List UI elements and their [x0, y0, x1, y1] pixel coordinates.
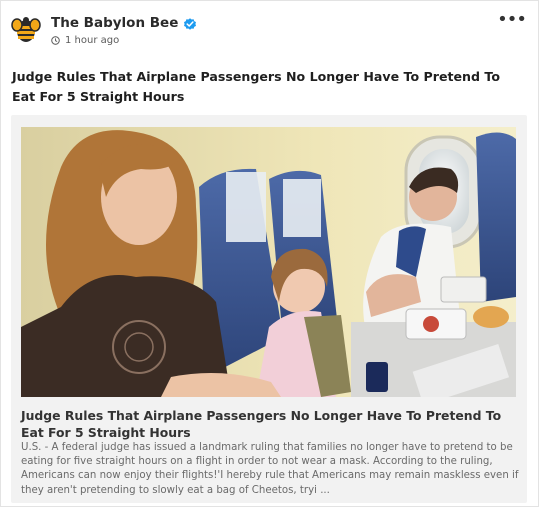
source-row: The Babylon Bee	[51, 15, 197, 31]
clock-icon	[51, 36, 60, 45]
verified-badge-icon	[183, 16, 197, 30]
timestamp-row: 1 hour ago	[51, 35, 119, 46]
article-summary: U.S. - A federal judge has issued a land…	[21, 442, 519, 496]
airplane-family-illustration	[21, 127, 516, 397]
more-options-icon[interactable]: •••	[497, 11, 527, 29]
time-ago: 1 hour ago	[65, 35, 120, 46]
bee-logo-icon[interactable]	[11, 15, 41, 45]
news-card: The Babylon Bee 1 hour ago ••• Judge Rul…	[0, 0, 539, 507]
post-title[interactable]: Judge Rules That Airplane Passengers No …	[12, 67, 522, 107]
article-photo[interactable]	[21, 127, 516, 397]
post-header: The Babylon Bee 1 hour ago •••	[9, 11, 530, 51]
source-name[interactable]: The Babylon Bee	[51, 15, 178, 31]
article-title[interactable]: Judge Rules That Airplane Passengers No …	[21, 407, 519, 441]
article-preview[interactable]: Judge Rules That Airplane Passengers No …	[11, 115, 527, 503]
